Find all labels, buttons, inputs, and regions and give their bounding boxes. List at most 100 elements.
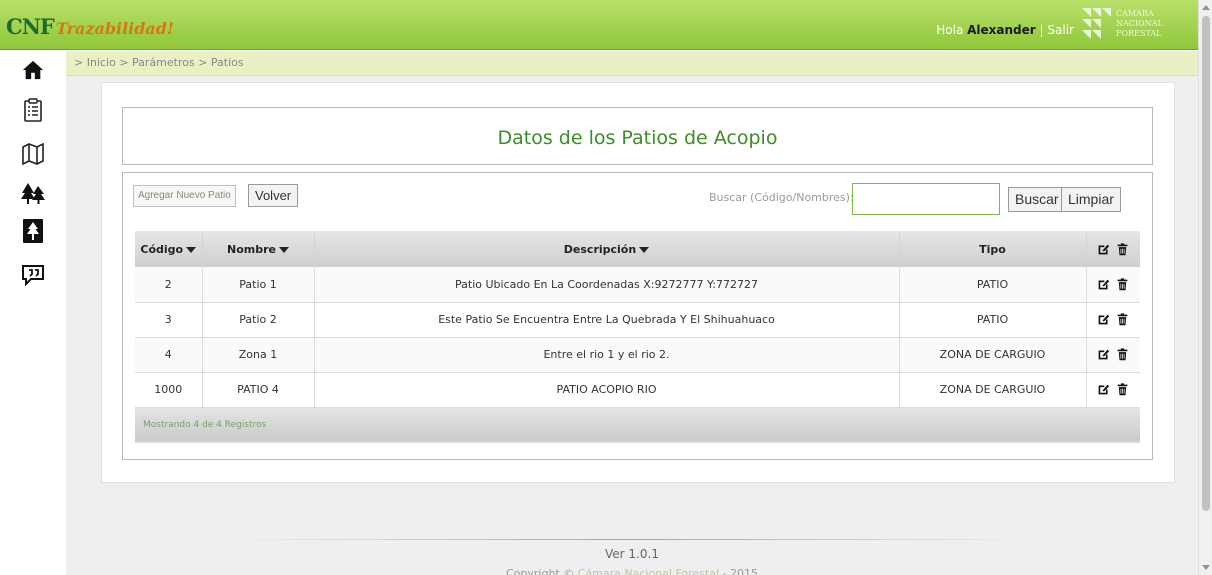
- column-header-actions: [1086, 231, 1140, 267]
- cell-codigo: 2: [135, 267, 203, 303]
- scroll-up-arrow-icon[interactable]: [1202, 5, 1210, 10]
- logout-link[interactable]: Salir: [1047, 23, 1074, 37]
- sort-caret-icon: [639, 246, 650, 253]
- brand-line-3: FORESTAL: [1116, 29, 1162, 38]
- cell-nombre: Patio 2: [202, 302, 315, 338]
- patios-table: Código Nombre Descripción Tipo 2 Patio 1…: [135, 231, 1140, 443]
- cell-descripcion: PATIO ACOPIO RIO: [314, 372, 900, 408]
- column-header-nombre[interactable]: Nombre: [202, 231, 315, 267]
- add-patio-button[interactable]: Agregar Nuevo Patio: [133, 185, 236, 207]
- brand-text: CAMARA NACIONAL FORESTAL: [1116, 9, 1163, 39]
- search-label: Buscar (Código/Nombres):: [709, 191, 854, 204]
- column-header-label: Código: [140, 242, 184, 256]
- table-row[interactable]: 1000 PATIO 4 PATIO ACOPIO RIO ZONA DE CA…: [135, 372, 1140, 408]
- footer-divider: [226, 539, 1036, 540]
- cell-tipo: PATIO: [899, 302, 1087, 338]
- tree-sign-icon[interactable]: [20, 218, 46, 244]
- copyright-prefix: Copyright ©: [506, 567, 575, 575]
- edit-icon: [1098, 244, 1110, 255]
- table-row[interactable]: 3 Patio 2 Este Patio Se Encuentra Entre …: [135, 302, 1140, 338]
- cell-actions: [1086, 337, 1140, 373]
- greeting-text: Hola: [936, 23, 964, 37]
- sort-caret-icon: [278, 246, 289, 253]
- column-header-label: Nombre: [227, 242, 276, 256]
- scroll-down-arrow-icon[interactable]: [1202, 565, 1210, 570]
- table-footer-row: Mostrando 4 de 4 Registros: [135, 407, 1140, 443]
- cell-actions: [1086, 372, 1140, 408]
- camara-nacional-forestal-logo: CAMARA NACIONAL FORESTAL: [1082, 8, 1178, 44]
- patios-list-box: Agregar Nuevo Patio Volver Buscar (Códig…: [122, 172, 1153, 460]
- user-greeting: Hola Alexander | Salir: [936, 23, 1074, 37]
- cell-actions: [1086, 267, 1140, 303]
- brand-mark-tri-5: [1092, 19, 1101, 28]
- brand-mark-tri-7: [1092, 30, 1101, 39]
- cell-codigo: 3: [135, 302, 203, 338]
- cell-nombre: Patio 1: [202, 267, 315, 303]
- brand-line-1: CAMARA: [1116, 9, 1154, 18]
- copyright-suffix: - 2015: [722, 567, 758, 575]
- home-icon[interactable]: [20, 57, 46, 83]
- column-header-tipo: Tipo: [899, 231, 1087, 267]
- brand-mark-tri-1: [1082, 8, 1091, 17]
- cell-actions: [1086, 302, 1140, 338]
- sidebar: [0, 51, 66, 575]
- cell-descripcion: Este Patio Se Encuentra Entre La Quebrad…: [314, 302, 900, 338]
- cell-tipo: ZONA DE CARGUIO: [899, 372, 1087, 408]
- logo-cnf-text: CNF: [6, 14, 55, 39]
- trash-icon[interactable]: [1116, 348, 1129, 361]
- table-header-row: Código Nombre Descripción Tipo: [135, 231, 1140, 267]
- copyright-link[interactable]: Cámara Nacional Forestal: [578, 567, 719, 575]
- version-text: Ver 1.0.1: [605, 547, 659, 561]
- table-row[interactable]: 2 Patio 1 Patio Ubicado En La Coordenada…: [135, 267, 1140, 303]
- brand-mark-tri-4: [1082, 19, 1091, 28]
- scrollbar-thumb[interactable]: [1202, 16, 1210, 511]
- cell-tipo: PATIO: [899, 267, 1087, 303]
- map-icon[interactable]: [20, 141, 46, 167]
- trash-icon[interactable]: [1116, 383, 1129, 396]
- brand-mark-tri-3: [1102, 8, 1111, 17]
- records-count: Mostrando 4 de 4 Registros: [135, 407, 1140, 443]
- logo-trazabilidad-text: Trazabilidad!: [55, 19, 175, 38]
- cell-nombre: Zona 1: [202, 337, 315, 373]
- column-header-codigo[interactable]: Código: [135, 231, 203, 267]
- column-header-label: Tipo: [979, 242, 1006, 256]
- column-header-descripcion[interactable]: Descripción: [314, 231, 900, 267]
- brand-mark-tri-6: [1082, 30, 1091, 39]
- cell-codigo: 1000: [135, 372, 203, 408]
- breadcrumb: > Inicio > Parámetros > Patios: [66, 51, 1198, 76]
- cell-descripcion: Entre el rio 1 y el rio 2.: [314, 337, 900, 373]
- clear-button[interactable]: Limpiar: [1061, 187, 1121, 212]
- copyright: Copyright © Cámara Nacional Forestal - 2…: [66, 567, 1198, 575]
- vertical-scrollbar[interactable]: [1198, 0, 1212, 575]
- page-title-box: Datos de los Patios de Acopio: [122, 107, 1153, 165]
- app-logo[interactable]: CNF Trazabilidad!: [6, 14, 174, 42]
- trees-icon[interactable]: [20, 180, 46, 206]
- edit-icon[interactable]: [1097, 348, 1110, 361]
- brand-line-2: NACIONAL: [1116, 19, 1163, 28]
- greeting-separator: |: [1039, 23, 1044, 37]
- cell-descripcion: Patio Ubicado En La Coordenadas X:927277…: [314, 267, 900, 303]
- edit-icon[interactable]: [1097, 278, 1110, 291]
- clipboard-icon[interactable]: [20, 97, 46, 123]
- table-row[interactable]: 4 Zona 1 Entre el rio 1 y el rio 2. ZONA…: [135, 337, 1140, 373]
- trash-icon[interactable]: [1116, 313, 1129, 326]
- top-header: CNF Trazabilidad! Hola Alexander | Salir …: [0, 0, 1198, 50]
- cell-codigo: 4: [135, 337, 203, 373]
- trash-icon: [1117, 243, 1128, 255]
- main-content: Datos de los Patios de Acopio Agregar Nu…: [66, 76, 1198, 575]
- column-header-label: Descripción: [563, 242, 637, 256]
- trash-icon[interactable]: [1116, 278, 1129, 291]
- cell-tipo: ZONA DE CARGUIO: [899, 337, 1087, 373]
- brand-mark-tri-2: [1092, 8, 1101, 17]
- user-name: Alexander: [967, 23, 1036, 37]
- page-title: Datos de los Patios de Acopio: [497, 127, 778, 149]
- search-input[interactable]: [852, 183, 1000, 215]
- breadcrumb-text[interactable]: > Inicio > Parámetros > Patios: [74, 56, 244, 69]
- cell-nombre: PATIO 4: [202, 372, 315, 408]
- edit-icon[interactable]: [1097, 313, 1110, 326]
- comment-quote-icon[interactable]: [20, 262, 46, 288]
- back-button[interactable]: Volver: [248, 184, 299, 207]
- sort-caret-icon: [186, 246, 197, 253]
- edit-icon[interactable]: [1097, 383, 1110, 396]
- search-button[interactable]: Buscar: [1008, 187, 1066, 212]
